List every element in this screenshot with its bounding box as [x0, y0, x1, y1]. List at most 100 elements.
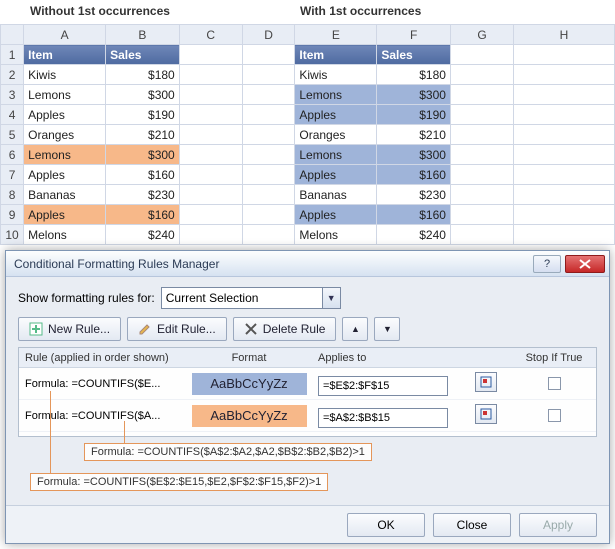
cell[interactable]: $160 [377, 205, 451, 225]
cell[interactable]: $240 [106, 225, 180, 245]
cell[interactable]: Oranges [295, 125, 377, 145]
close-dialog-button[interactable]: Close [433, 513, 511, 537]
table-header[interactable]: Sales [106, 45, 180, 65]
cell[interactable]: $190 [377, 105, 451, 125]
cell[interactable]: $160 [106, 205, 180, 225]
cell[interactable] [514, 205, 615, 225]
cell[interactable] [242, 105, 295, 125]
cell[interactable]: $230 [377, 185, 451, 205]
cell[interactable]: $240 [377, 225, 451, 245]
cell[interactable] [450, 185, 513, 205]
cell[interactable]: $300 [106, 145, 180, 165]
cell[interactable]: $210 [377, 125, 451, 145]
col-header[interactable]: D [242, 25, 295, 45]
range-picker-button[interactable] [475, 372, 497, 392]
rule-row[interactable]: Formula: =COUNTIFS($E... AaBbCcYyZz =$E$… [19, 368, 596, 400]
cell[interactable]: Oranges [24, 125, 106, 145]
cell[interactable]: Lemons [24, 85, 106, 105]
cell[interactable] [450, 105, 513, 125]
cell[interactable] [450, 45, 513, 65]
cell[interactable] [179, 185, 242, 205]
cell[interactable] [450, 165, 513, 185]
cell[interactable] [450, 145, 513, 165]
apply-button[interactable]: Apply [519, 513, 597, 537]
cell[interactable] [514, 45, 615, 65]
close-button[interactable] [565, 255, 605, 273]
row-header[interactable]: 9 [1, 205, 24, 225]
row-header[interactable]: 8 [1, 185, 24, 205]
table-header[interactable]: Sales [377, 45, 451, 65]
ok-button[interactable]: OK [347, 513, 425, 537]
col-header[interactable]: G [450, 25, 513, 45]
help-button[interactable]: ? [533, 255, 561, 273]
cell[interactable] [179, 105, 242, 125]
cell[interactable] [242, 185, 295, 205]
cell[interactable]: Bananas [295, 185, 377, 205]
cell[interactable] [179, 45, 242, 65]
cell[interactable] [450, 65, 513, 85]
cell[interactable]: Apples [295, 205, 377, 225]
cell[interactable]: $300 [377, 145, 451, 165]
cell[interactable] [179, 85, 242, 105]
cell[interactable]: Apples [295, 165, 377, 185]
col-header[interactable]: C [179, 25, 242, 45]
cell[interactable] [514, 145, 615, 165]
cell[interactable]: Lemons [24, 145, 106, 165]
new-rule-button[interactable]: New Rule... [18, 317, 121, 341]
cell[interactable] [514, 225, 615, 245]
cell[interactable]: $230 [106, 185, 180, 205]
cell[interactable] [179, 165, 242, 185]
cell[interactable]: Apples [295, 105, 377, 125]
cell[interactable] [242, 65, 295, 85]
col-header[interactable]: E [295, 25, 377, 45]
cell[interactable]: $210 [106, 125, 180, 145]
cell[interactable] [514, 125, 615, 145]
cell[interactable] [179, 125, 242, 145]
cell[interactable] [450, 225, 513, 245]
cell[interactable] [514, 65, 615, 85]
cell[interactable]: Lemons [295, 145, 377, 165]
table-header[interactable]: Item [295, 45, 377, 65]
scope-select[interactable]: Current Selection ▼ [161, 287, 341, 309]
dialog-titlebar[interactable]: Conditional Formatting Rules Manager ? [6, 251, 609, 277]
cell[interactable]: Apples [24, 165, 106, 185]
cell[interactable] [242, 45, 295, 65]
stop-if-true-checkbox[interactable] [548, 409, 561, 422]
cell[interactable] [450, 85, 513, 105]
cell[interactable] [179, 145, 242, 165]
cell[interactable] [514, 85, 615, 105]
row-header[interactable]: 4 [1, 105, 24, 125]
cell[interactable]: $180 [106, 65, 180, 85]
table-header[interactable]: Item [24, 45, 106, 65]
cell[interactable]: $300 [106, 85, 180, 105]
cell[interactable]: Kiwis [295, 65, 377, 85]
row-header[interactable]: 1 [1, 45, 24, 65]
row-header[interactable]: 10 [1, 225, 24, 245]
move-up-button[interactable]: ▲ [342, 317, 368, 341]
cell[interactable] [450, 125, 513, 145]
cell[interactable]: $190 [106, 105, 180, 125]
cell[interactable]: Lemons [295, 85, 377, 105]
cell[interactable]: $300 [377, 85, 451, 105]
cell[interactable]: Melons [295, 225, 377, 245]
cell[interactable] [179, 225, 242, 245]
cell[interactable] [242, 145, 295, 165]
stop-if-true-checkbox[interactable] [548, 377, 561, 390]
cell[interactable]: Melons [24, 225, 106, 245]
col-header[interactable]: H [514, 25, 615, 45]
cell[interactable]: $160 [106, 165, 180, 185]
row-header[interactable]: 7 [1, 165, 24, 185]
cell[interactable]: Kiwis [24, 65, 106, 85]
cell[interactable]: Apples [24, 105, 106, 125]
cell[interactable] [242, 165, 295, 185]
cell[interactable]: Bananas [24, 185, 106, 205]
cell[interactable] [242, 125, 295, 145]
cell[interactable]: Apples [24, 205, 106, 225]
delete-rule-button[interactable]: Delete Rule [233, 317, 337, 341]
cell[interactable] [514, 185, 615, 205]
row-header[interactable]: 6 [1, 145, 24, 165]
row-header[interactable]: 2 [1, 65, 24, 85]
cell[interactable] [179, 65, 242, 85]
cell[interactable] [450, 205, 513, 225]
cell[interactable] [242, 225, 295, 245]
